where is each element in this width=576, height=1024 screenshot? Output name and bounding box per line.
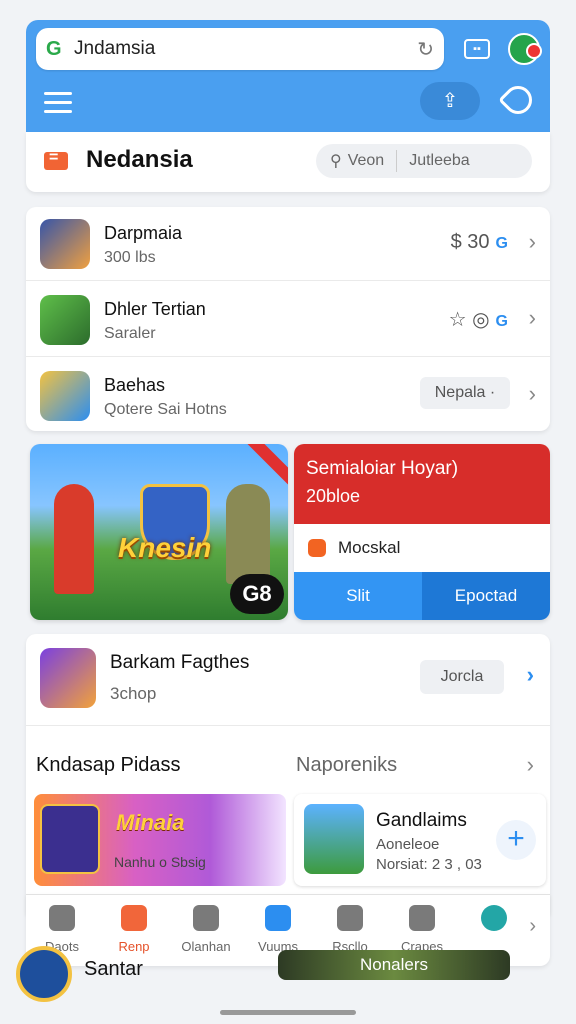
promo-header: Semialoiar Hoyar) 20bloe	[294, 444, 550, 524]
tabs-icon[interactable]: ▪▪	[464, 39, 490, 59]
list-item-subtitle: 300 lbs	[104, 249, 156, 266]
search-icon: ⚲	[330, 153, 342, 170]
app-list: Darpmaia 300 lbs $ 30 G › Dhler Tertian S…	[26, 207, 550, 431]
banner-title: Knesin	[118, 532, 212, 563]
home-icon	[49, 905, 75, 931]
rating-meta: ☆ ◎ G	[448, 309, 508, 331]
banner-badge: G8	[230, 574, 284, 614]
app-frame: G Jndamsia ↻ ▪▪ ⇪ Nedansia ⚲ Veon Jutlee…	[26, 20, 550, 1024]
chevron-right-icon[interactable]: ›	[529, 229, 536, 255]
section-heading: Kndasap Pidass	[36, 754, 181, 776]
url-bar[interactable]: G Jndamsia ↻	[36, 28, 444, 70]
shop-icon	[121, 905, 147, 931]
promo-actions: Slit Epoctad	[294, 572, 550, 620]
mini-card-subtitle: Aoneleoe	[376, 836, 440, 853]
mini-card[interactable]: Minaia Nanhu o Sbsig	[34, 794, 286, 886]
section-link[interactable]: Naporeniks	[296, 754, 397, 777]
flag-icon	[44, 149, 68, 170]
list-item-subtitle: Saraler	[104, 325, 156, 342]
share-button[interactable]: ⇪	[420, 82, 480, 120]
price-meta: $ 30 G	[450, 231, 508, 253]
chevron-right-icon[interactable]: ›	[529, 915, 536, 938]
nav-item-renp[interactable]: Renp	[98, 895, 170, 966]
list-item[interactable]: Darpmaia 300 lbs $ 30 G ›	[26, 207, 550, 281]
play-icon	[308, 539, 326, 557]
promo-subtitle: 20bloe	[306, 486, 361, 506]
chevron-right-icon[interactable]: ›	[527, 662, 534, 688]
person-icon	[337, 905, 363, 931]
lower-card: Barkam Fagthes 3chop Jorcla › Kndasap Pi…	[26, 634, 550, 914]
app-icon	[40, 219, 90, 269]
chevron-right-icon[interactable]: ›	[529, 381, 536, 407]
add-icon[interactable]: +	[496, 820, 536, 860]
search-pill[interactable]: ⚲ Veon Jutleeba	[316, 144, 532, 178]
title-card: Nedansia ⚲ Veon Jutleeba	[26, 132, 550, 192]
grapes-icon	[409, 905, 435, 931]
list-item-title: Darpmaia	[104, 223, 183, 243]
app-icon	[40, 295, 90, 345]
promo-option-label: Mocskal	[338, 538, 401, 557]
house-icon	[265, 905, 291, 931]
list-item-title: Dhler Tertian	[104, 299, 206, 319]
list-item[interactable]: Baehas Qotere Sai Hotns Nepala · ›	[26, 359, 550, 433]
app-icon	[40, 804, 100, 874]
promo-left-button[interactable]: Slit	[294, 572, 422, 620]
game-banner[interactable]: Knesin G8	[30, 444, 288, 620]
app-icon	[40, 371, 90, 421]
reload-icon[interactable]: ↻	[417, 37, 434, 62]
home-indicator[interactable]	[220, 1010, 356, 1015]
google-logo-icon: G	[46, 37, 62, 60]
promo-card: Semialoiar Hoyar) 20bloe Mocskal Slit Ep…	[294, 444, 550, 620]
page-title: Nedansia	[86, 146, 193, 173]
feature-title: Barkam Fagthes	[110, 652, 250, 673]
character-image	[226, 484, 270, 584]
top-app-bar: G Jndamsia ↻ ▪▪ ⇪	[26, 20, 550, 132]
mini-card-subtitle: Nanhu o Sbsig	[114, 854, 206, 870]
chevron-right-icon[interactable]: ›	[529, 305, 536, 331]
peek-title: Santar	[84, 958, 143, 980]
mini-card-subtitle: Norsiat: 2 3 , 03	[376, 856, 482, 873]
feature-subtitle: 3chop	[110, 684, 157, 703]
peek-avatar	[16, 946, 72, 1002]
list-item-chip[interactable]: Nepala ·	[420, 377, 510, 409]
promo-right-button[interactable]: Epoctad	[422, 572, 550, 620]
game-icon	[193, 905, 219, 931]
search-pill-left: Veon	[347, 152, 385, 169]
promo-option[interactable]: Mocskal	[294, 524, 550, 572]
list-item-title: Baehas	[104, 375, 166, 395]
hamburger-menu-icon[interactable]	[44, 92, 72, 119]
chevron-right-icon[interactable]: ›	[527, 752, 534, 778]
url-text[interactable]: Jndamsia	[68, 38, 417, 60]
list-item-subtitle: Qotere Sai Hotns	[104, 401, 227, 418]
profile-avatar-icon[interactable]	[508, 33, 542, 65]
feature-chip[interactable]: Jorcla	[420, 660, 504, 694]
character-image	[54, 484, 94, 594]
nav-item-olanhan[interactable]: Olanhan	[170, 895, 242, 966]
app-icon	[304, 804, 364, 874]
profile-icon	[481, 905, 507, 931]
mini-card-title: Minaia	[116, 810, 185, 835]
peek-banner[interactable]: Nonalers	[278, 950, 510, 980]
mini-card[interactable]: Gandlaims Aoneleoe Norsiat: 2 3 , 03 +	[294, 794, 546, 886]
mini-card-title: Gandlaims	[376, 810, 467, 831]
chat-icon[interactable]	[498, 80, 538, 120]
list-item[interactable]: Dhler Tertian Saraler ☆ ◎ G ›	[26, 283, 550, 357]
search-pill-right: Jutleeba	[409, 152, 470, 169]
feature-row[interactable]: Barkam Fagthes 3chop Jorcla ›	[26, 634, 550, 726]
promo-title: Semialoiar Hoyar)	[306, 458, 459, 479]
app-icon	[40, 648, 96, 708]
